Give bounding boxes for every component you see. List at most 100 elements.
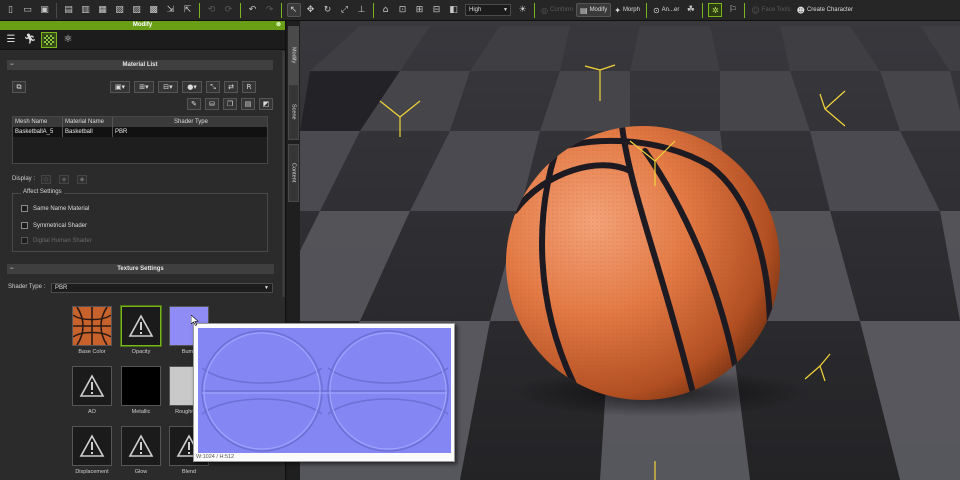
display-mode-2-icon: ◈ [59, 175, 69, 184]
scale-icon[interactable]: ⤢ [338, 3, 352, 17]
affect-settings-title: Affect Settings [21, 189, 64, 195]
animation-button[interactable]: ⊙ An...er [650, 3, 682, 17]
eyedropper-icon[interactable]: ✎ [187, 98, 201, 110]
open-folder-icon[interactable]: ▭ [21, 3, 35, 17]
texture-copy-icon[interactable]: ⊞▾ [134, 81, 154, 93]
paste-icon[interactable]: ▤ [241, 98, 255, 110]
base-color-texture-slot[interactable] [72, 306, 112, 346]
display-mode-3-icon: ◆ [77, 175, 87, 184]
copy-icon[interactable]: ❐ [223, 98, 237, 110]
home-camera-icon[interactable]: ⌂ [379, 3, 393, 17]
panel-scrollbar[interactable] [282, 51, 285, 297]
glow-texture-slot[interactable] [121, 426, 161, 466]
flag-icon[interactable]: ⚐ [726, 3, 740, 17]
swap-icon[interactable]: ⇄ [224, 81, 238, 93]
material-list-header[interactable]: − Material List [7, 60, 273, 70]
ao-texture-slot[interactable] [72, 366, 112, 406]
create-character-icon: ☻ [796, 5, 805, 15]
side-tab-label: Scene [290, 104, 297, 120]
metallic-texture-slot[interactable] [121, 366, 161, 406]
material-tools-row-2: ✎ ⛁ ❐ ▤ ◩ [187, 98, 273, 110]
toolbar-separator [373, 2, 374, 18]
modify-button[interactable]: ▤ Modify [576, 3, 612, 17]
panel-title-bar: Modify ⊗ [0, 21, 285, 30]
close-icon[interactable]: ⊗ [276, 21, 281, 30]
reset-icon[interactable]: ◩ [259, 98, 273, 110]
load-icon[interactable]: ▨ [130, 3, 144, 17]
modify-label: Modify [589, 7, 608, 13]
material-tools-row-1: ▣▾ ⊞▾ ⊟▾ ●▾ ⤡ ⇄ R [110, 81, 256, 93]
face-tools-label: Face Tools [761, 7, 791, 13]
export-icon[interactable]: ▦ [96, 3, 110, 17]
light-icon[interactable]: ☀ [516, 3, 530, 17]
cube-shading-icon[interactable]: ◧ [447, 3, 461, 17]
pivot-icon[interactable]: ⊥ [355, 3, 369, 17]
select-arrow-icon[interactable]: ↖ [286, 3, 301, 17]
material-dock-button[interactable]: ⧉ [12, 81, 26, 93]
checkbox-label: Symmetrical Shader [33, 222, 88, 229]
checker-icon [44, 34, 54, 45]
basketball-texture-thumbnail [73, 307, 111, 345]
normal-map-preview [198, 328, 451, 453]
side-tab-content[interactable]: Content [288, 144, 299, 202]
face-tools-button: ☺ Face Tools [748, 3, 793, 17]
fit-view-icon[interactable]: ⊡ [396, 3, 410, 17]
launch-editor-icon[interactable]: ▣▾ [110, 81, 130, 93]
create-character-button[interactable]: ☻ Create Character [794, 3, 856, 17]
undo-icon[interactable]: ↶ [246, 3, 260, 17]
affect-settings-group: Affect Settings Same Name Material Symme… [12, 189, 268, 252]
puppet-icon[interactable]: ☘ [684, 3, 698, 17]
side-tab-modify[interactable]: Modify [288, 26, 299, 84]
quality-value: High [469, 7, 482, 13]
toolbar-separator [702, 2, 704, 18]
merge-icon[interactable]: ▧ [113, 3, 127, 17]
opacity-texture-slot[interactable] [120, 305, 162, 347]
paint-bucket-icon[interactable]: ⛁ [205, 98, 219, 110]
box-view-icon[interactable]: ⊟ [430, 3, 444, 17]
export-fbx-icon[interactable]: ⇱ [181, 3, 195, 17]
swap-uv-icon[interactable]: ⤡ [206, 81, 220, 93]
import-icon[interactable]: ▥ [79, 3, 93, 17]
morph-button[interactable]: ✦ Morph [611, 3, 643, 17]
quality-select[interactable]: High ▼ [465, 4, 511, 16]
mesh-material-table: Mesh Name Material Name Shader Type Bask… [12, 116, 268, 164]
face-tools-icon: ☺ [751, 5, 760, 15]
redo-icon: ↷ [265, 5, 274, 15]
material-tab-icon[interactable] [41, 31, 57, 48]
save-icon[interactable]: ▣ [38, 3, 52, 17]
move-icon[interactable]: ✥ [304, 3, 318, 17]
displacement-texture-slot[interactable] [72, 426, 112, 466]
col-header-mesh-name: Mesh Name [13, 117, 63, 127]
new-project-icon[interactable]: ▤ [62, 3, 76, 17]
cell-mesh-name: BasketballA_5 [13, 127, 63, 137]
symmetrical-shader-checkbox[interactable]: Symmetrical Shader [21, 222, 87, 229]
material-paste-icon[interactable]: ⊟▾ [158, 81, 178, 93]
new-file-icon[interactable]: ▯ [4, 3, 18, 17]
ao-label: AO [88, 409, 96, 415]
character-tool-icon[interactable]: ✲ [708, 3, 723, 17]
side-tab-label: Content [290, 163, 297, 183]
render-icon[interactable]: ⇲ [164, 3, 178, 17]
sphere-preview-icon[interactable]: ●▾ [182, 81, 202, 93]
side-tab-scene[interactable]: Scene [288, 84, 299, 140]
warning-icon [128, 314, 154, 337]
chevron-down-icon: ▼ [503, 7, 508, 13]
shader-type-select[interactable]: PBR ▼ [51, 283, 273, 293]
texture-settings-header[interactable]: − Texture Settings [7, 264, 274, 274]
table-row[interactable]: BasketballA_5 Basketball PBR [13, 127, 267, 137]
motion-tab-icon[interactable]: 🏃︎ [22, 32, 38, 48]
pack-icon[interactable]: ▩ [147, 3, 161, 17]
physics-tab-icon[interactable]: ⚛ [60, 32, 76, 48]
dock-icon: ⧉ [12, 81, 26, 93]
warning-icon [79, 434, 105, 457]
same-name-material-checkbox[interactable]: Same Name Material [21, 205, 89, 212]
toolbar-separator [240, 2, 241, 18]
attributes-tab-icon[interactable]: ☰ [3, 32, 19, 48]
morph-label: Morph [622, 7, 640, 13]
conform-button: ◎ Conform [538, 3, 576, 17]
main-toolbar: ▯ ▭ ▣ ▤ ▥ ▦ ▧ ▨ ▩ ⇲ ⇱ ⟲ ⟳ ↶ ↷ ↖ ✥ ↻ ⤢ ⊥ … [0, 0, 960, 21]
col-header-shader-type: Shader Type [174, 119, 208, 125]
rotate-icon[interactable]: ↻ [321, 3, 335, 17]
grid-view-icon[interactable]: ⊞ [413, 3, 427, 17]
rle-icon[interactable]: R [242, 81, 256, 93]
